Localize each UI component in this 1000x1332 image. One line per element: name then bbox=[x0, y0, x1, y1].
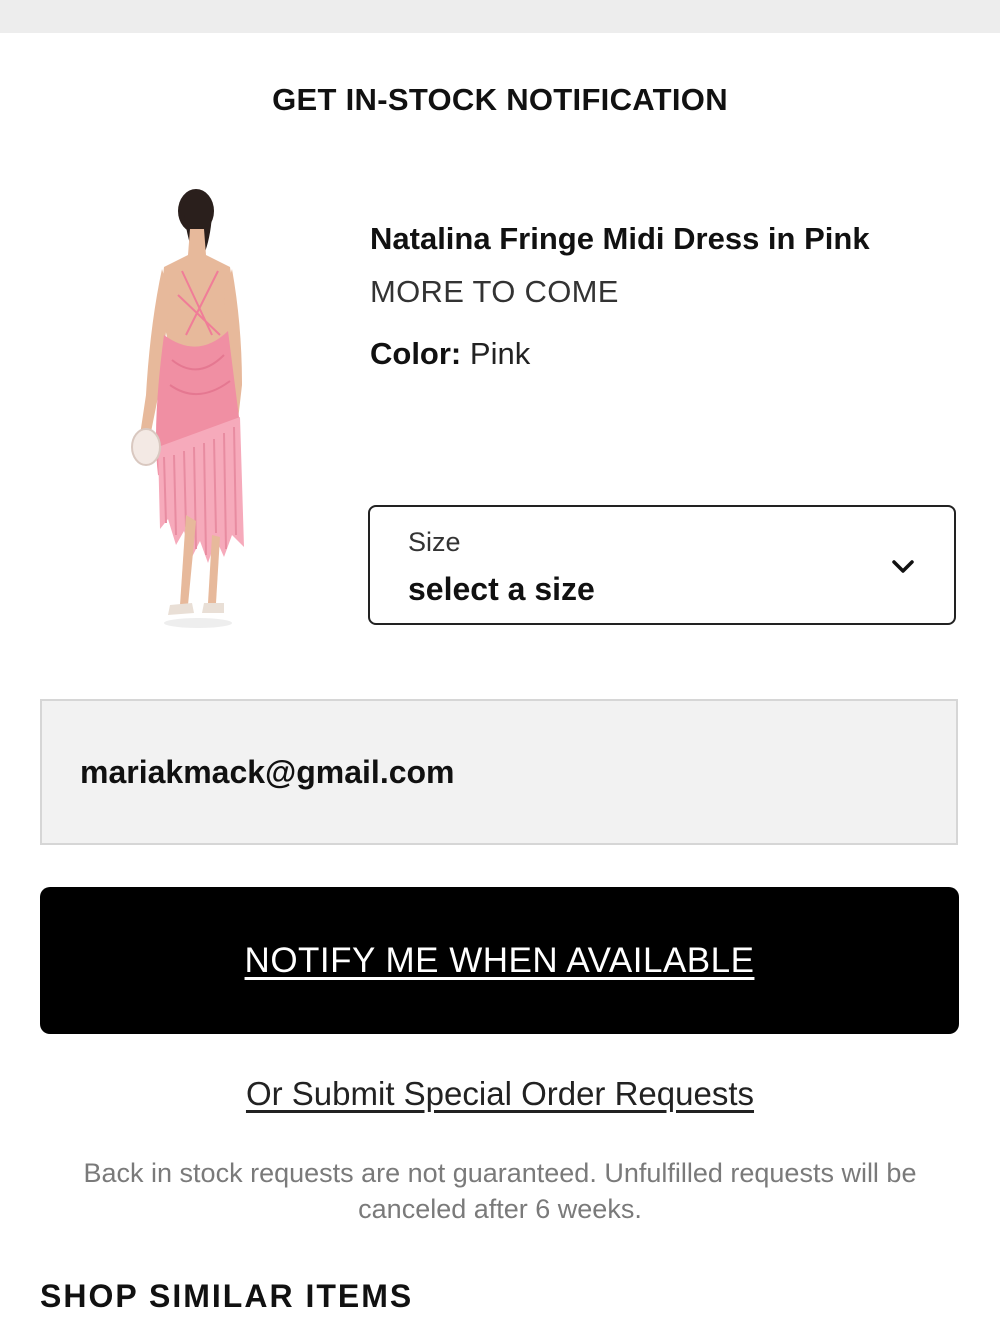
color-value: Pink bbox=[469, 336, 531, 371]
disclaimer-text: Back in stock requests are not guarantee… bbox=[83, 1158, 917, 1224]
chevron-down-icon bbox=[892, 560, 914, 573]
product-status: MORE TO COME bbox=[370, 274, 619, 309]
email-field[interactable] bbox=[40, 699, 958, 845]
size-value: select a size bbox=[408, 571, 595, 607]
product-color: Color: Pink bbox=[370, 334, 930, 374]
special-order-link[interactable]: Or Submit Special Order Requests bbox=[0, 1075, 1000, 1113]
modal-title: GET IN-STOCK NOTIFICATION bbox=[272, 82, 728, 117]
top-bar bbox=[0, 0, 1000, 33]
notify-button-label: NOTIFY ME WHEN AVAILABLE bbox=[244, 940, 755, 980]
product-image bbox=[120, 185, 260, 635]
size-select[interactable]: Size select a size bbox=[368, 505, 956, 625]
dress-illustration bbox=[131, 189, 244, 628]
color-label: Color: bbox=[370, 336, 462, 371]
product-info: Natalina Fringe Midi Dress in Pink MORE … bbox=[370, 218, 930, 374]
product-name[interactable]: Natalina Fringe Midi Dress in Pink bbox=[370, 218, 930, 260]
size-label: Size bbox=[408, 527, 461, 557]
similar-items-heading: SHOP SIMILAR ITEMS bbox=[40, 1278, 414, 1314]
email-input[interactable] bbox=[80, 701, 920, 843]
notify-button[interactable]: NOTIFY ME WHEN AVAILABLE bbox=[40, 887, 959, 1034]
